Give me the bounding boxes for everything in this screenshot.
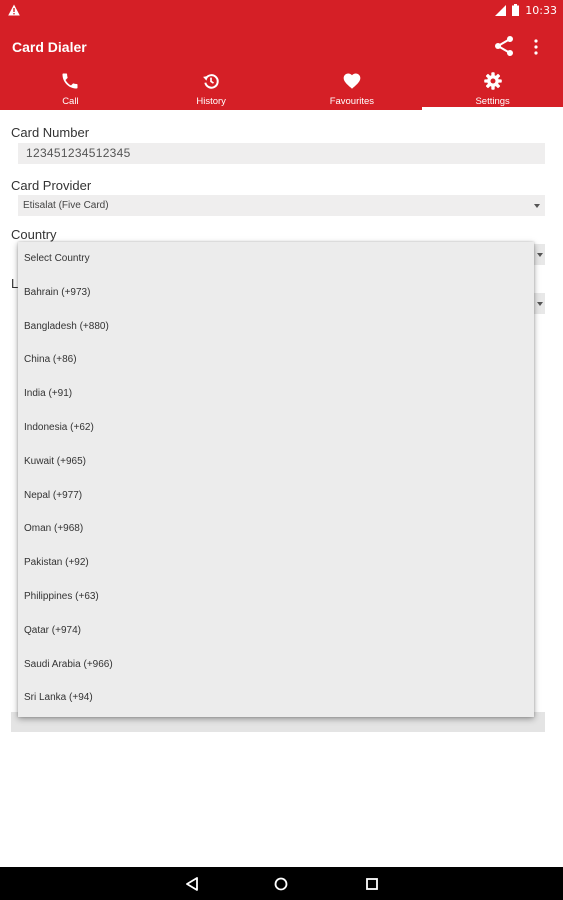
dropdown-option[interactable]: Saudi Arabia (+966) xyxy=(18,648,534,682)
country-spinner-edge[interactable] xyxy=(534,244,545,265)
system-nav-bar xyxy=(0,867,563,900)
battery-icon xyxy=(512,4,520,16)
tab-favourites-label: Favourites xyxy=(329,96,375,107)
dropdown-option[interactable]: Kuwait (+965) xyxy=(18,445,534,479)
phone-icon xyxy=(62,73,78,89)
chevron-down-icon xyxy=(534,204,540,208)
gear-icon xyxy=(483,72,502,90)
signal-icon xyxy=(495,4,507,16)
dropdown-option[interactable]: Oman (+968) xyxy=(18,512,534,546)
tab-settings[interactable]: Settings xyxy=(422,66,563,110)
status-right: 10:33 xyxy=(495,2,557,18)
dropdown-option[interactable]: India (+91) xyxy=(18,377,534,411)
home-icon[interactable] xyxy=(273,876,289,892)
tab-favourites[interactable]: Favourites xyxy=(282,66,423,110)
dropdown-option[interactable]: Philippines (+63) xyxy=(18,580,534,614)
history-icon xyxy=(203,74,219,89)
chevron-down-icon xyxy=(537,302,543,306)
back-icon[interactable] xyxy=(184,876,200,892)
tab-history-label: History xyxy=(196,96,226,107)
dropdown-option[interactable]: Pakistan (+92) xyxy=(18,546,534,580)
heart-icon xyxy=(343,73,361,89)
chevron-down-icon xyxy=(537,253,543,257)
dropdown-option[interactable]: Select Country xyxy=(18,242,534,276)
dropdown-option[interactable]: Bahrain (+973) xyxy=(18,276,534,310)
card-provider-label: Card Provider xyxy=(11,178,92,193)
app-title: Card Dialer xyxy=(12,39,87,55)
tab-settings-label: Settings xyxy=(475,96,510,107)
hidden-spinner-edge[interactable] xyxy=(534,293,545,314)
dropdown-option[interactable]: Sri Lanka (+94) xyxy=(18,681,534,715)
card-provider-value: Etisalat (Five Card) xyxy=(23,200,109,211)
country-dropdown-list[interactable]: Select Country Bahrain (+973) Bangladesh… xyxy=(18,242,534,717)
card-number-field[interactable]: 123451234512345 xyxy=(18,143,545,164)
app-bar: Card Dialer xyxy=(0,20,563,66)
card-number-label: Card Number xyxy=(11,125,90,140)
dropdown-option[interactable]: Nepal (+977) xyxy=(18,479,534,513)
dropdown-option[interactable]: Indonesia (+62) xyxy=(18,411,534,445)
card-provider-dropdown[interactable]: Etisalat (Five Card) xyxy=(18,195,545,216)
status-time: 10:33 xyxy=(525,3,557,17)
card-dialer-screen: 10:33 Card Dialer Call History Favourite… xyxy=(0,0,563,900)
dropdown-option[interactable]: Bangladesh (+880) xyxy=(18,310,534,344)
dropdown-option[interactable]: Qatar (+974) xyxy=(18,614,534,648)
tab-call-label: Call xyxy=(62,96,79,107)
tab-bar: Call History Favourites Settings xyxy=(0,66,563,110)
country-label: Country xyxy=(11,227,57,242)
warning-icon xyxy=(8,4,20,16)
tab-call[interactable]: Call xyxy=(0,66,141,110)
status-bar: 10:33 xyxy=(0,0,563,20)
share-icon[interactable] xyxy=(492,34,516,58)
dropdown-option[interactable]: China (+86) xyxy=(18,343,534,377)
more-vert-icon[interactable] xyxy=(527,37,545,57)
recents-icon[interactable] xyxy=(364,876,380,892)
tab-history[interactable]: History xyxy=(141,66,282,110)
